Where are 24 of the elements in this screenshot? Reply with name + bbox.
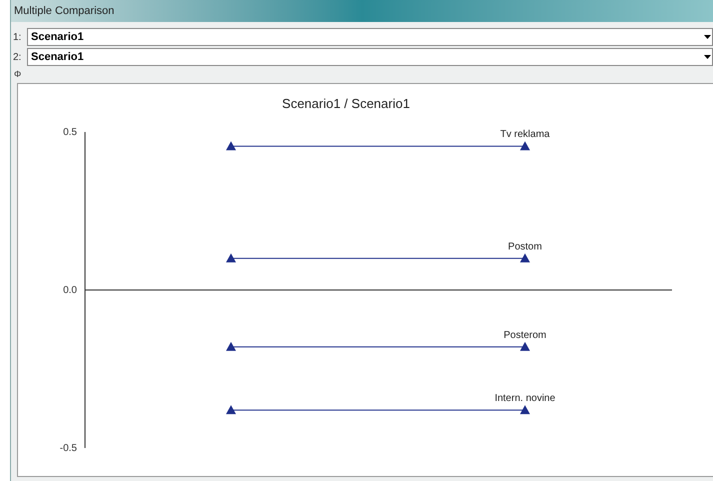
dropdown-arrow-icon xyxy=(704,35,711,39)
window-title: Multiple Comparison xyxy=(14,4,114,19)
scenario-dropdown[interactable]: Scenario1 xyxy=(27,28,713,46)
point xyxy=(226,342,236,351)
series-label: Intern. novine xyxy=(494,393,556,404)
selector-label: 2: xyxy=(12,50,22,64)
point xyxy=(226,405,236,414)
selector-label: 1: xyxy=(12,30,22,44)
phi-button[interactable]: Φ xyxy=(14,68,22,80)
point xyxy=(520,342,530,351)
chart-title: Scenario1 / Scenario1 xyxy=(282,96,410,111)
point xyxy=(520,141,530,150)
point xyxy=(226,253,236,262)
point xyxy=(226,141,236,150)
series-label: Posterom xyxy=(504,330,546,341)
y-tick-label: -0.5 xyxy=(60,443,77,454)
y-tick-label: 0.5 xyxy=(63,127,77,138)
dropdown-arrow-icon xyxy=(704,55,711,59)
series-label: Postom xyxy=(508,241,542,252)
point xyxy=(520,405,530,414)
y-tick-label: 0.0 xyxy=(63,285,77,296)
point xyxy=(520,253,530,262)
series-label: Tv reklama xyxy=(500,129,550,140)
scenario-dropdown[interactable]: Scenario1 xyxy=(27,48,713,66)
